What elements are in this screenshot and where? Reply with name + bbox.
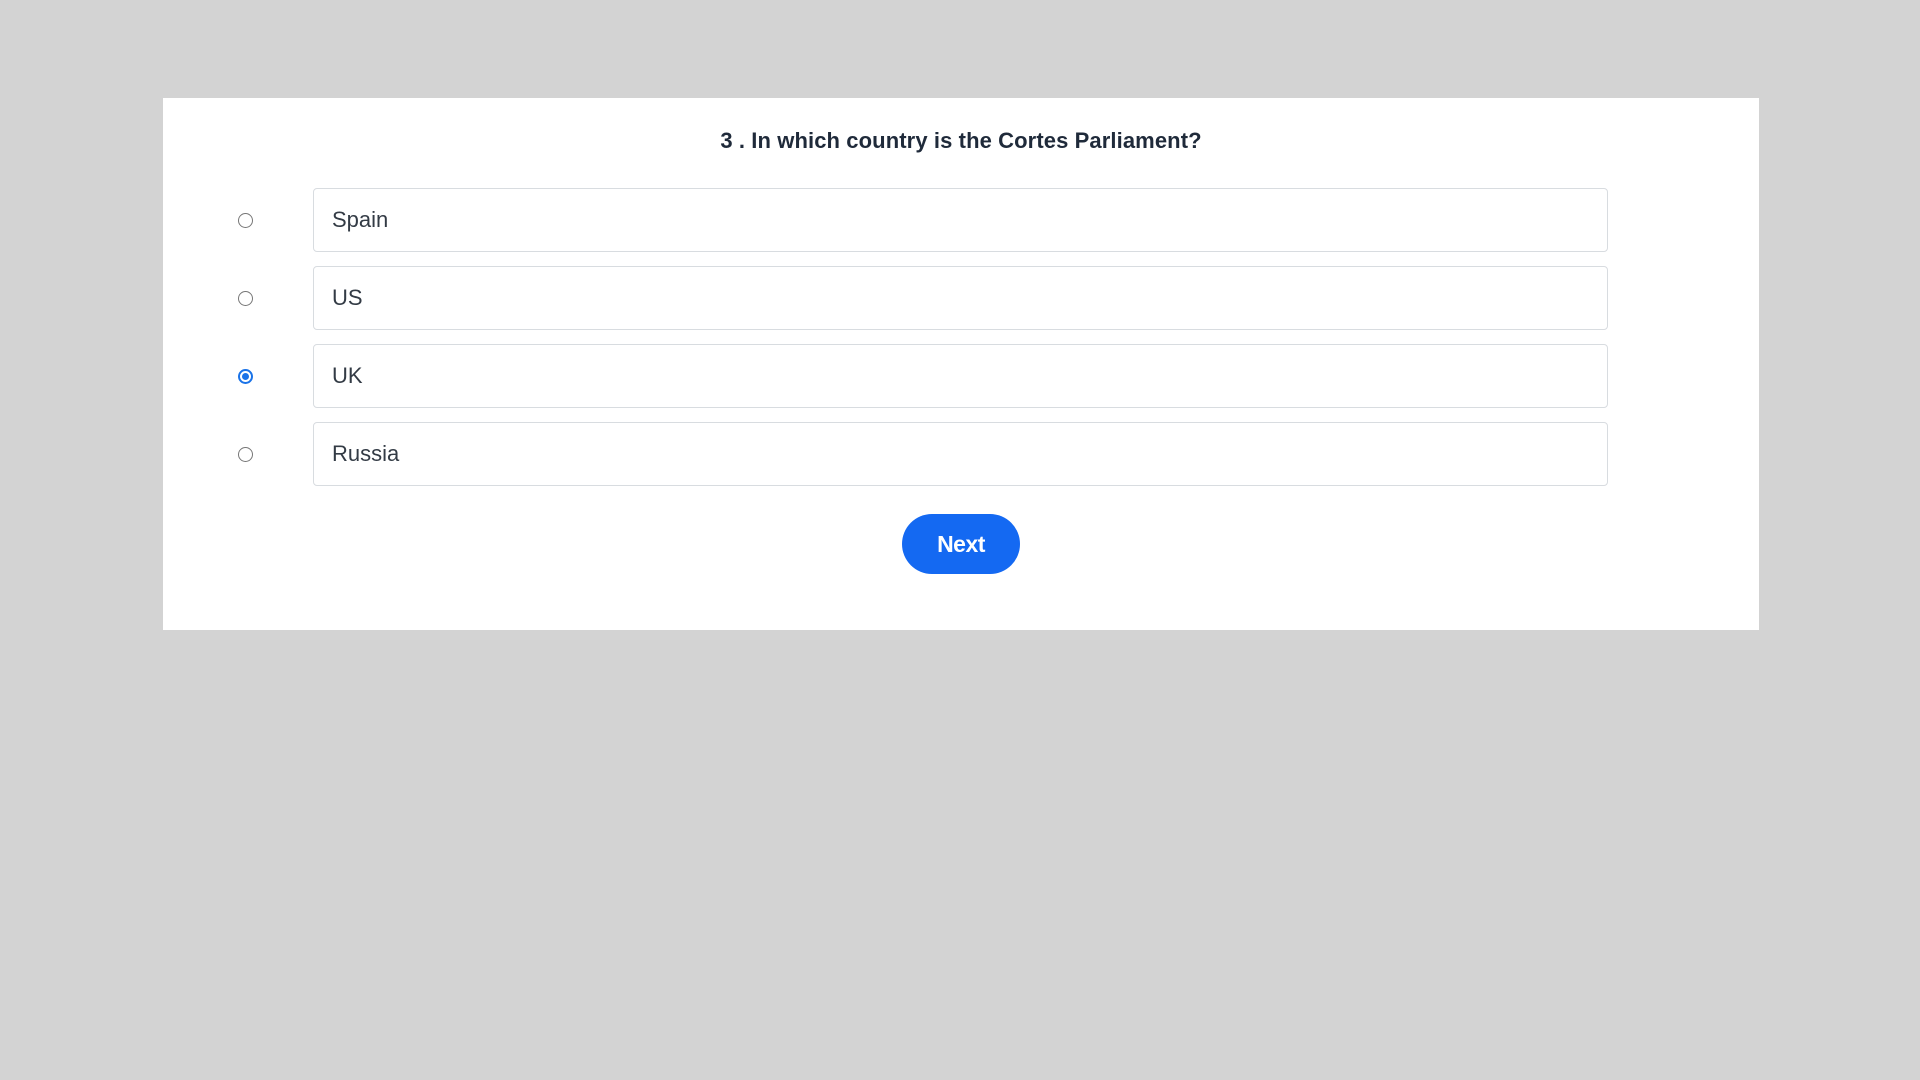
option-row-spain: Spain — [163, 188, 1759, 252]
option-label-spain: Spain — [332, 207, 389, 232]
option-label-uk: UK — [332, 363, 363, 388]
option-radio-spain[interactable] — [238, 213, 253, 228]
option-label-us: US — [332, 285, 363, 310]
option-box-spain[interactable]: Spain — [313, 188, 1608, 252]
option-box-russia[interactable]: Russia — [313, 422, 1608, 486]
option-box-uk[interactable]: UK — [313, 344, 1608, 408]
option-label-russia: Russia — [332, 441, 400, 466]
option-row-uk: UK — [163, 344, 1759, 408]
quiz-card: 3 . In which country is the Cortes Parli… — [163, 98, 1759, 630]
question-title: 3 . In which country is the Cortes Parli… — [720, 128, 1202, 153]
option-radio-uk[interactable] — [238, 369, 253, 384]
option-row-russia: Russia — [163, 422, 1759, 486]
option-radio-russia[interactable] — [238, 447, 253, 462]
next-button[interactable]: Next — [902, 514, 1020, 574]
option-row-us: US — [163, 266, 1759, 330]
option-radio-us[interactable] — [238, 291, 253, 306]
option-box-us[interactable]: US — [313, 266, 1608, 330]
